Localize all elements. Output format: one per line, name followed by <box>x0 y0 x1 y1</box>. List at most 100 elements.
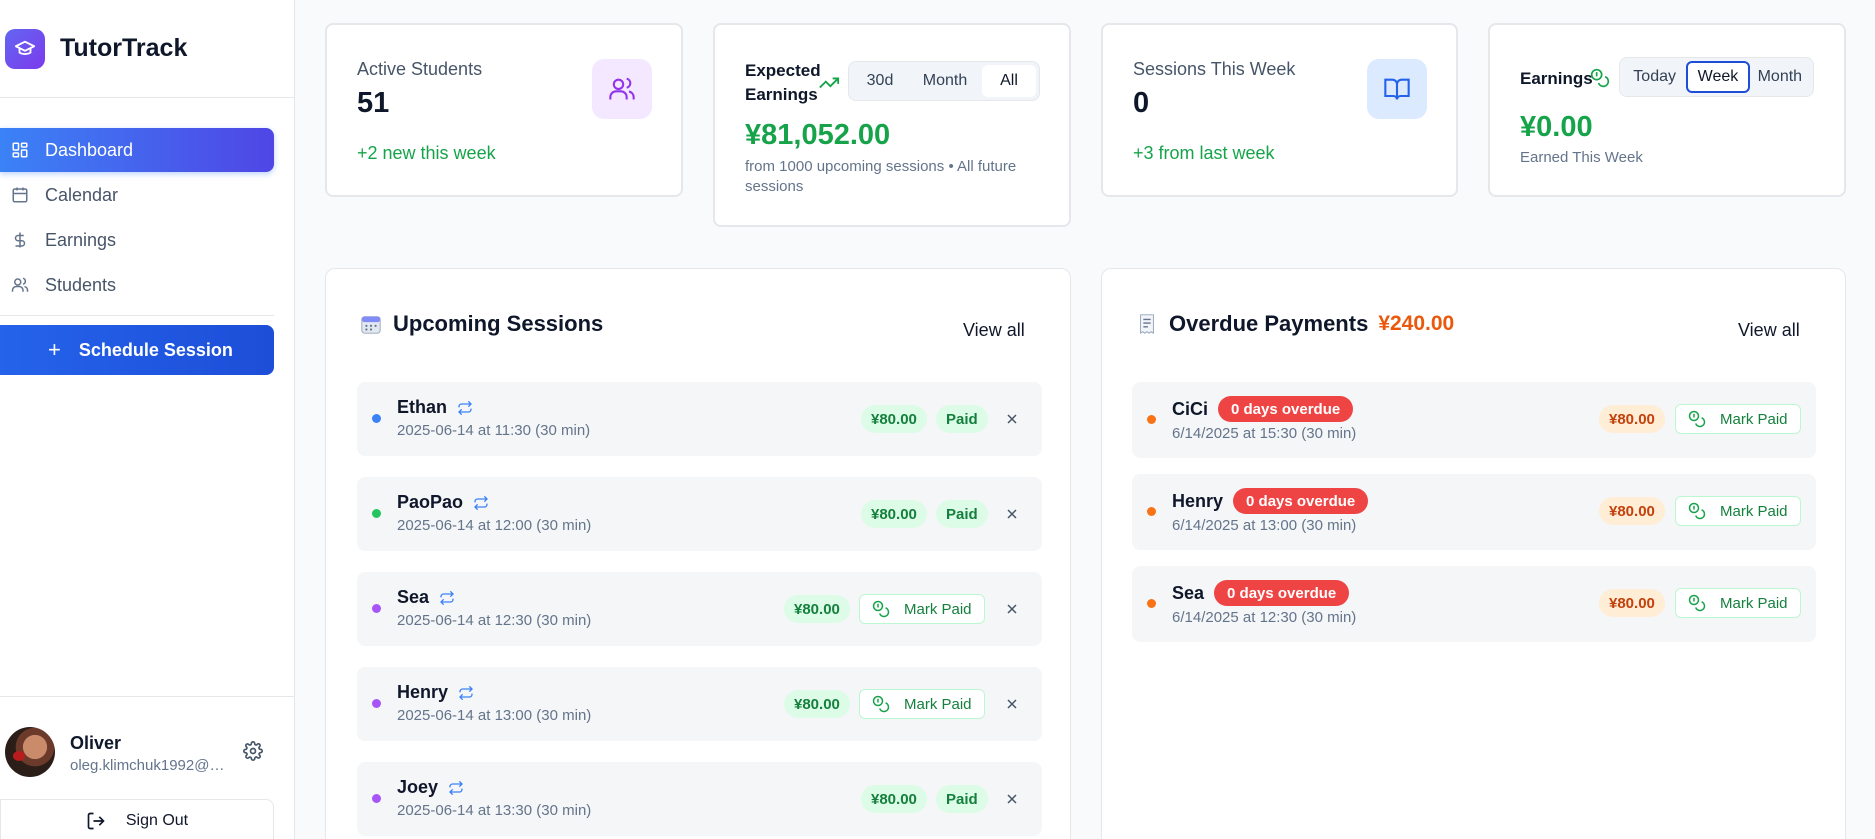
tab-month[interactable]: Month <box>908 65 982 97</box>
mark-paid-label: Mark Paid <box>1720 594 1788 612</box>
student-name: Joey <box>397 777 439 797</box>
dollar-icon <box>10 230 30 250</box>
mark-paid-button[interactable]: Mark Paid <box>859 689 985 719</box>
sidebar-item-earnings[interactable]: Earnings <box>0 218 274 262</box>
panel-header: Overdue Payments ¥240.00 <box>1136 311 1454 337</box>
session-student: PaoPao <box>397 492 489 513</box>
panel-title: Upcoming Sessions <box>393 311 604 336</box>
paid-badge: Paid <box>936 785 988 813</box>
stat-change: +2 new this week <box>357 143 496 163</box>
sidebar-item-calendar[interactable]: Calendar <box>0 173 274 217</box>
coins-icon <box>1688 502 1706 520</box>
overdue-row[interactable]: CiCi 0 days overdue 6/14/2025 at 15:30 (3… <box>1132 382 1816 458</box>
sidebar-nav: Dashboard Calendar Earnings Students + S… <box>0 98 294 375</box>
sign-out-button[interactable]: Sign Out <box>0 799 274 839</box>
coins-icon <box>1688 594 1706 612</box>
overdue-badge: 0 days overdue <box>1214 580 1350 606</box>
view-all-overdue-link[interactable]: View all <box>1738 320 1800 341</box>
graduation-cap-icon <box>5 28 45 69</box>
status-dot <box>372 414 381 423</box>
sessions-week-card: Sessions This Week 0 +3 from last week <box>1101 23 1458 197</box>
users-icon <box>592 59 652 119</box>
student-name: Sea <box>397 587 430 607</box>
coins-icon <box>1688 410 1706 428</box>
overdue-payments-panel: Overdue Payments ¥240.00 View all CiCi 0 … <box>1101 268 1846 839</box>
earnings-range: Today Week Month <box>1619 57 1814 97</box>
tab-month[interactable]: Month <box>1750 61 1810 93</box>
expected-earnings-sub: from 1000 upcoming sessions • All future… <box>745 157 1045 197</box>
calendar-icon <box>10 185 30 205</box>
view-all-sessions-link[interactable]: View all <box>963 320 1025 341</box>
expected-earnings-value: ¥81,052.00 <box>745 119 891 151</box>
schedule-session-button[interactable]: + Schedule Session <box>0 325 274 375</box>
mark-paid-button[interactable]: Mark Paid <box>1675 404 1801 434</box>
overdue-badge: 0 days overdue <box>1218 396 1354 422</box>
coins-icon <box>1590 68 1610 93</box>
mark-paid-label: Mark Paid <box>1720 502 1788 520</box>
panel-title: Overdue Payments <box>1169 311 1369 336</box>
overdue-badge: 0 days overdue <box>1233 488 1369 514</box>
tab-week[interactable]: Week <box>1686 61 1750 93</box>
close-icon[interactable] <box>1002 504 1022 524</box>
status-dot <box>372 509 381 518</box>
overdue-total: ¥240.00 <box>1378 312 1455 335</box>
paid-badge: Paid <box>936 405 988 433</box>
amount-badge: ¥80.00 <box>1599 497 1665 525</box>
trending-up-icon <box>818 72 840 99</box>
overdue-row[interactable]: Sea 0 days overdue 6/14/2025 at 12:30 (30… <box>1132 566 1816 642</box>
user-name: Oliver <box>70 733 122 753</box>
sidebar-item-dashboard[interactable]: Dashboard <box>0 128 274 172</box>
close-icon[interactable] <box>1002 599 1022 619</box>
session-row[interactable]: Joey 2025-06-14 at 13:30 (30 min) ¥80.00… <box>357 762 1042 836</box>
panel-header: Upcoming Sessions <box>360 311 603 337</box>
sidebar-item-label: Students <box>45 274 117 295</box>
close-icon[interactable] <box>1002 789 1022 809</box>
mark-paid-label: Mark Paid <box>904 600 972 618</box>
repeat-icon <box>473 495 489 511</box>
session-row[interactable]: Sea 2025-06-14 at 12:30 (30 min) ¥80.00 … <box>357 572 1042 646</box>
mark-paid-button[interactable]: Mark Paid <box>1675 496 1801 526</box>
tab-30d[interactable]: 30d <box>852 65 908 97</box>
expected-earnings-title: Expected Earnings <box>745 59 821 107</box>
avatar[interactable] <box>5 727 55 777</box>
mark-paid-button[interactable]: Mark Paid <box>1675 588 1801 618</box>
payment-datetime: 6/14/2025 at 12:30 (30 min) <box>1172 609 1357 626</box>
student-name: Sea <box>1172 582 1205 603</box>
amount-badge: ¥80.00 <box>1599 589 1665 617</box>
session-student: Sea <box>397 587 455 608</box>
active-students-card: Active Students 51 +2 new this week <box>325 23 683 197</box>
sign-out-label: Sign Out <box>125 811 189 829</box>
student-name: PaoPao <box>397 492 464 512</box>
app-name: TutorTrack <box>60 34 188 62</box>
book-open-icon <box>1367 59 1427 119</box>
session-datetime: 2025-06-14 at 11:30 (30 min) <box>397 422 591 439</box>
close-icon[interactable] <box>1002 694 1022 714</box>
stat-value: 51 <box>357 87 390 119</box>
session-row[interactable]: Henry 2025-06-14 at 13:00 (30 min) ¥80.0… <box>357 667 1042 741</box>
session-row[interactable]: PaoPao 2025-06-14 at 12:00 (30 min) ¥80.… <box>357 477 1042 551</box>
overdue-row[interactable]: Henry 0 days overdue 6/14/2025 at 13:00 (… <box>1132 474 1816 550</box>
close-icon[interactable] <box>1002 409 1022 429</box>
amount-badge: ¥80.00 <box>784 595 850 623</box>
stat-change: +3 from last week <box>1133 143 1275 163</box>
sidebar-item-label: Earnings <box>45 229 117 250</box>
repeat-icon <box>457 400 473 416</box>
tab-all[interactable]: All <box>982 65 1036 97</box>
session-row[interactable]: Ethan 2025-06-14 at 11:30 (30 min) ¥80.0… <box>357 382 1042 456</box>
amount-badge: ¥80.00 <box>861 785 927 813</box>
amount-badge: ¥80.00 <box>861 500 927 528</box>
session-datetime: 2025-06-14 at 12:30 (30 min) <box>397 612 592 629</box>
dashboard-icon <box>10 140 30 160</box>
tab-today[interactable]: Today <box>1623 61 1686 93</box>
mark-paid-button[interactable]: Mark Paid <box>859 594 985 624</box>
title-line-2: Earnings <box>745 85 818 104</box>
brand: TutorTrack <box>0 0 294 98</box>
gear-icon[interactable] <box>243 741 263 761</box>
sidebar-item-students[interactable]: Students <box>0 263 274 307</box>
schedule-session-label: Schedule Session <box>78 339 233 360</box>
title-line-1: Expected <box>745 61 821 80</box>
mark-paid-label: Mark Paid <box>904 695 972 713</box>
user-profile: Oliver oleg.klimchuk1992@g... Sign Out <box>0 696 295 839</box>
session-student: Ethan <box>397 397 473 418</box>
mark-paid-label: Mark Paid <box>1720 410 1788 428</box>
